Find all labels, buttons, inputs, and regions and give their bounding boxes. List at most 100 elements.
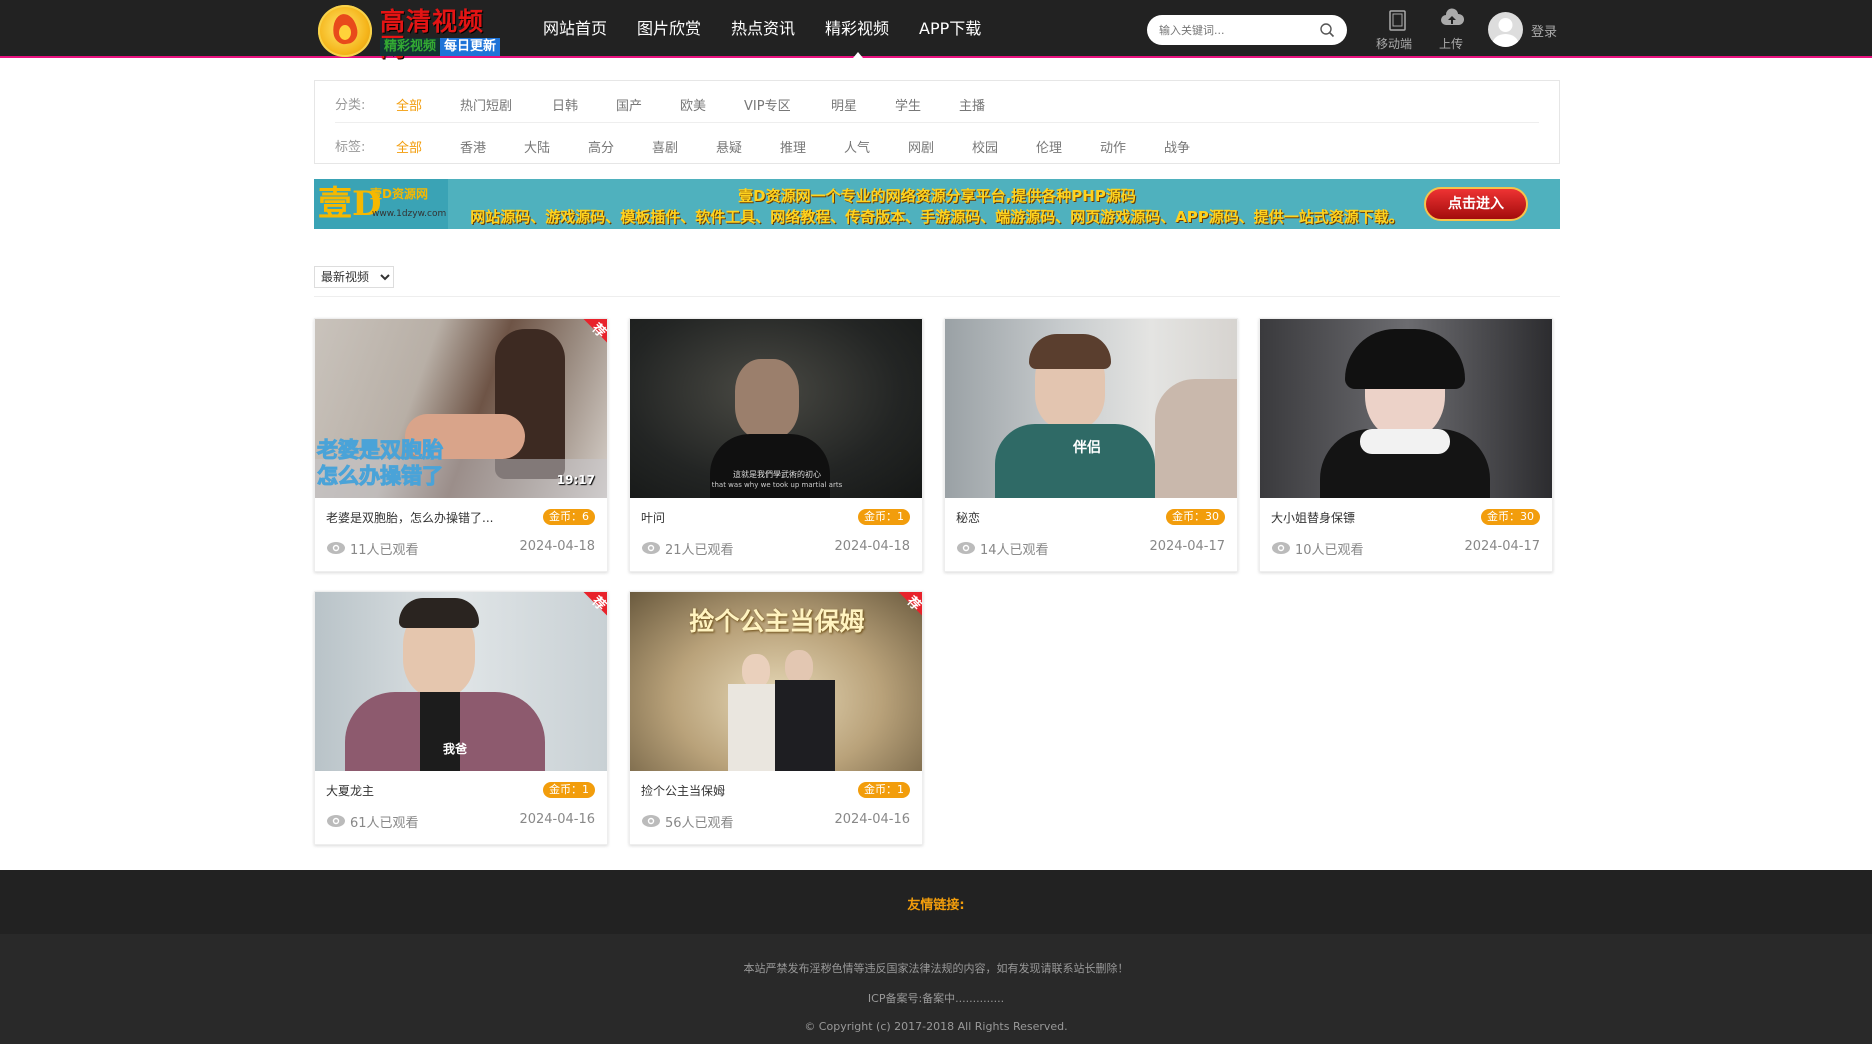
coin-badge: 金币：1 <box>858 509 910 525</box>
nav-pictures[interactable]: 图片欣赏 <box>637 0 701 58</box>
category-vip[interactable]: VIP专区 <box>744 95 791 114</box>
upload-label[interactable]: 上传 <box>1439 35 1463 52</box>
category-hot-short[interactable]: 热门短剧 <box>460 95 512 114</box>
coin-badge: 金币：6 <box>543 509 595 525</box>
avatar[interactable] <box>1488 12 1523 47</box>
video-card[interactable]: 伴侣 秘恋 金币：30 14人已观看 2024-04-17 <box>944 318 1238 572</box>
thumbnail-overlay-text: 老婆是双胞胎 怎么办操错了 <box>317 437 444 489</box>
category-label: 分类: <box>335 98 366 113</box>
search-input[interactable] <box>1159 22 1309 38</box>
category-all[interactable]: 全部 <box>396 95 422 114</box>
video-thumbnail[interactable]: 伴侣 <box>945 319 1237 498</box>
tag-hongkong[interactable]: 香港 <box>460 137 486 156</box>
thumbnail-overlay-text: 捡个公主当保姆 <box>689 607 865 636</box>
tag-web-drama[interactable]: 网剧 <box>908 137 934 156</box>
coin-badge: 金币：1 <box>858 782 910 798</box>
tag-mystery[interactable]: 推理 <box>780 137 806 156</box>
tag-ethics[interactable]: 伦理 <box>1036 137 1062 156</box>
category-student[interactable]: 学生 <box>895 95 921 114</box>
thumbnail-overlay-text: 伴侣 <box>1073 440 1101 456</box>
login-link[interactable]: 登录 <box>1531 21 1557 40</box>
view-count: 56人已观看 <box>665 816 734 831</box>
footer-copyright: © Copyright (c) 2017-2018 All Rights Res… <box>804 1020 1068 1033</box>
tag-all[interactable]: 全部 <box>396 137 422 156</box>
view-count: 21人已观看 <box>665 543 734 558</box>
tag-action[interactable]: 动作 <box>1100 137 1126 156</box>
search-box <box>1147 15 1347 45</box>
video-title[interactable]: 大夏龙主 <box>326 782 516 799</box>
nav-app-download[interactable]: APP下载 <box>919 0 981 58</box>
site-logo[interactable]: 高清视频网 精彩视频 每日更新 <box>318 5 500 61</box>
video-card[interactable]: 這就是我們學武術的初心 that was why we took up mart… <box>629 318 923 572</box>
friend-links-section: 友情链接: <box>0 870 1872 934</box>
video-card[interactable]: 大小姐替身保镖 金币：30 10人已观看 2024-04-17 <box>1259 318 1553 572</box>
logo-tag-1: 精彩视频 <box>380 38 441 56</box>
user-avatar-icon <box>1492 18 1519 47</box>
video-thumbnail[interactable] <box>1260 319 1552 498</box>
video-title[interactable]: 大小姐替身保镖 <box>1271 509 1461 526</box>
upload-icon[interactable] <box>1440 8 1464 30</box>
category-star[interactable]: 明星 <box>831 95 857 114</box>
video-duration: 19:17 <box>556 473 595 487</box>
video-title[interactable]: 老婆是双胞胎，怎么办操错了... <box>326 509 516 526</box>
video-thumbnail[interactable]: 這就是我們學武術的初心 that was why we took up mart… <box>630 319 922 498</box>
coin-badge: 金币：30 <box>1166 509 1225 525</box>
site-footer: 本站严禁发布淫秽色情等违反国家法律法规的内容，如有发现请联系站长删除！ ICP备… <box>0 934 1872 1044</box>
publish-date: 2024-04-18 <box>834 539 910 554</box>
tag-suspense[interactable]: 悬疑 <box>716 137 742 156</box>
eye-icon <box>957 542 975 554</box>
category-anchor[interactable]: 主播 <box>959 95 985 114</box>
tag-war[interactable]: 战争 <box>1164 137 1190 156</box>
eye-icon <box>642 542 660 554</box>
publish-date: 2024-04-16 <box>834 812 910 827</box>
publish-date: 2024-04-18 <box>519 539 595 554</box>
video-thumbnail[interactable]: 老婆是双胞胎 怎么办操错了 19:17 荐 <box>315 319 607 498</box>
logo-emblem-icon <box>318 5 372 57</box>
video-thumbnail[interactable]: 捡个公主当保姆 荐 <box>630 592 922 771</box>
video-thumbnail[interactable]: 我爸 荐 <box>315 592 607 771</box>
nav-home[interactable]: 网站首页 <box>543 0 607 58</box>
publish-date: 2024-04-17 <box>1464 539 1540 554</box>
view-count: 11人已观看 <box>350 543 419 558</box>
nav-active-indicator <box>853 52 863 58</box>
mobile-icon[interactable] <box>1386 10 1410 32</box>
filter-panel: 分类: 全部 热门短剧 日韩 国产 欧美 VIP专区 明星 学生 主播 标签: … <box>314 80 1560 164</box>
footer-notice: 本站严禁发布淫秽色情等违反国家法律法规的内容，如有发现请联系站长删除！ <box>743 962 1129 975</box>
publish-date: 2024-04-17 <box>1149 539 1225 554</box>
tag-label: 标签: <box>335 140 366 155</box>
thumbnail-subtitle-en: that was why we took up martial arts <box>711 481 843 489</box>
banner-subline: 网站源码、游戏源码、模板插件、软件工具、网络教程、传奇版本、手游源码、端游源码、… <box>470 208 1404 226</box>
tag-high-score[interactable]: 高分 <box>588 137 614 156</box>
nav-news[interactable]: 热点资讯 <box>731 0 795 58</box>
tag-comedy[interactable]: 喜剧 <box>652 137 678 156</box>
tag-mainland[interactable]: 大陆 <box>524 137 550 156</box>
sort-select[interactable]: 最新视频 <box>314 266 394 288</box>
tag-campus[interactable]: 校园 <box>972 137 998 156</box>
category-domestic[interactable]: 国产 <box>616 95 642 114</box>
eye-icon <box>327 815 345 827</box>
thumbnail-overlay-text: 我爸 <box>443 742 468 756</box>
friend-links-label: 友情链接: <box>907 898 965 913</box>
ad-banner[interactable]: 壹D 壹D资源网 www.1dzyw.com 壹D资源网一个专业的网络资源分享平… <box>314 179 1560 229</box>
logo-tag-2: 每日更新 <box>440 38 500 56</box>
view-count: 10人已观看 <box>1295 543 1364 558</box>
category-jp-kr[interactable]: 日韩 <box>552 95 578 114</box>
coin-badge: 金币：30 <box>1481 509 1540 525</box>
nav-videos[interactable]: 精彩视频 <box>825 0 889 58</box>
mobile-label[interactable]: 移动端 <box>1376 35 1412 52</box>
video-card[interactable]: 我爸 荐 大夏龙主 金币：1 61人已观看 2024-04-16 <box>314 591 608 845</box>
filter-divider <box>335 122 1539 123</box>
video-card[interactable]: 老婆是双胞胎 怎么办操错了 19:17 荐 老婆是双胞胎，怎么办操错了... 金… <box>314 318 608 572</box>
tag-popular[interactable]: 人气 <box>844 137 870 156</box>
banner-headline: 壹D资源网一个专业的网络资源分享平台,提供各种PHP源码 <box>738 187 1136 205</box>
video-card[interactable]: 捡个公主当保姆 荐 捡个公主当保姆 金币：1 56人已观看 2024-04-16 <box>629 591 923 845</box>
category-western[interactable]: 欧美 <box>680 95 706 114</box>
search-icon[interactable] <box>1319 22 1335 38</box>
video-title[interactable]: 秘恋 <box>956 509 1146 526</box>
eye-icon <box>642 815 660 827</box>
video-title[interactable]: 叶问 <box>641 509 831 526</box>
view-count: 14人已观看 <box>980 543 1049 558</box>
banner-enter-button[interactable]: 点击进入 <box>1424 187 1528 221</box>
video-title[interactable]: 捡个公主当保姆 <box>641 782 831 799</box>
thumbnail-subtitle: 這就是我們學武術的初心 <box>733 470 821 479</box>
